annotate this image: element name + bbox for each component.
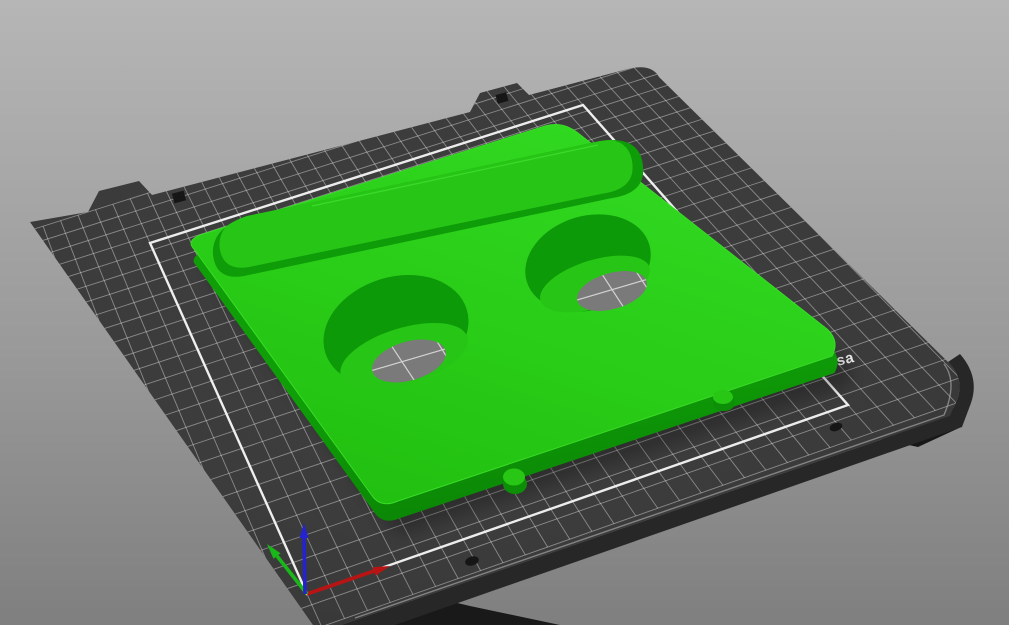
slicer-3d-viewport[interactable]: 4 Prusa [0, 0, 1009, 625]
